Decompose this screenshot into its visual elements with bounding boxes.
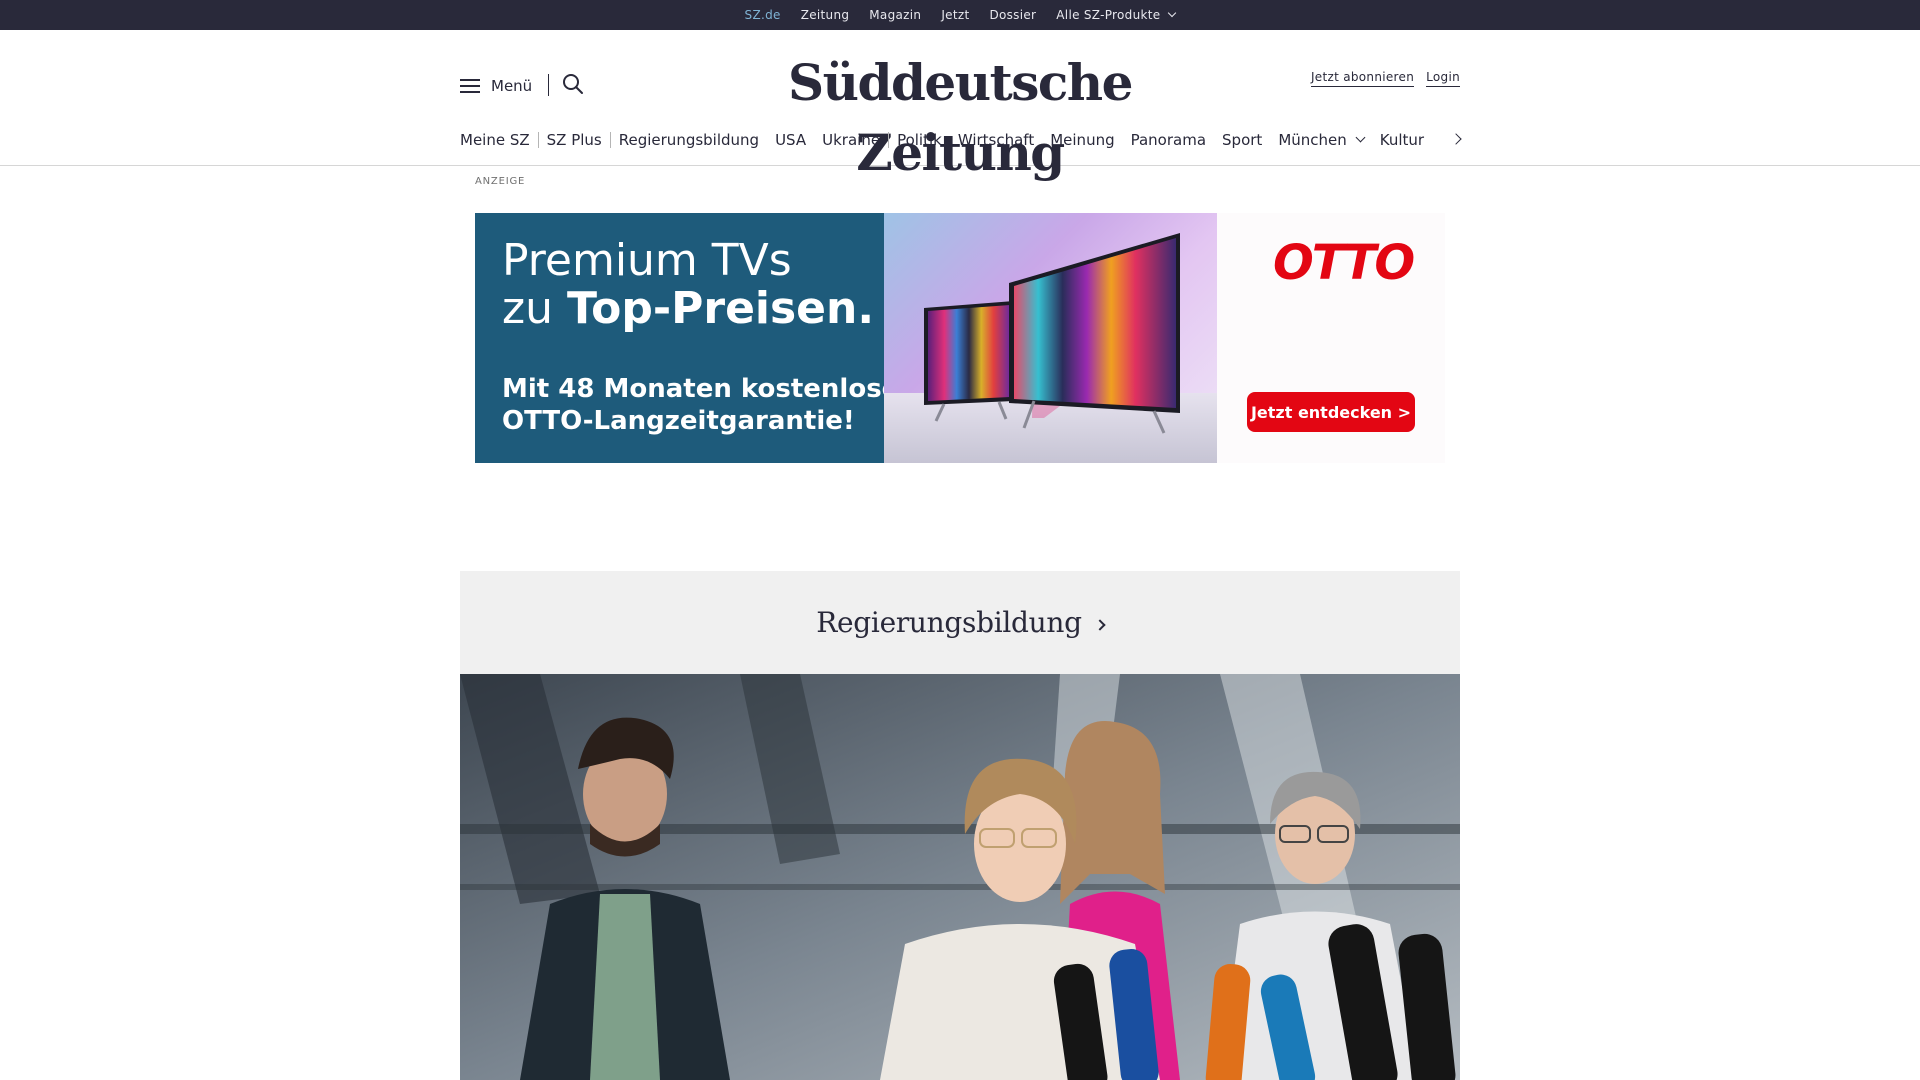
nav-item-sport[interactable]: Sport (1214, 131, 1270, 149)
ad-tv-image (884, 213, 1217, 463)
ad-headline-line2: zu Top-Preisen. (502, 285, 874, 333)
account-links: Jetzt abonnieren Login (1310, 70, 1460, 87)
chevron-right-icon (1094, 618, 1106, 631)
nav-item-panorama[interactable]: Panorama (1123, 131, 1214, 149)
search-button[interactable] (561, 72, 585, 96)
menu-divider (548, 74, 549, 96)
ad-headline-line1: Premium TVs (502, 235, 792, 286)
site-logo[interactable]: Süddeutsche Zeitung (720, 48, 1200, 182)
chevron-down-icon (1168, 8, 1177, 18)
product-link-magazin[interactable]: Magazin (859, 8, 931, 22)
nav-scroll-right-button[interactable] (1448, 130, 1468, 150)
ad-cta-button[interactable]: Jetzt entdecken > (1247, 392, 1415, 432)
hamburger-icon (460, 78, 480, 94)
ad-subline: Mit 48 Monaten kostenloser OTTO-Langzeit… (502, 373, 912, 437)
main-navigation: Meine SZ SZ Plus Regierungsbildung USA U… (460, 125, 1460, 155)
menu-button[interactable]: Menü (460, 74, 532, 98)
product-link-zeitung[interactable]: Zeitung (791, 8, 860, 22)
ad-text-panel: Premium TVs zu Top-Preisen. Mit 48 Monat… (475, 213, 912, 463)
nav-item-ukraine[interactable]: Ukraine (814, 131, 888, 149)
ad-headline-bold: Top-Preisen. (566, 283, 875, 334)
product-link-dossier[interactable]: Dossier (979, 8, 1046, 22)
section-header-link[interactable]: Regierungsbildung (460, 571, 1460, 674)
product-link-all-products[interactable]: Alle SZ-Produkte (1046, 8, 1185, 22)
nav-item-muenchen[interactable]: München (1270, 131, 1371, 149)
ad-brand-panel: OTTO Jetzt entdecken > (1217, 213, 1445, 463)
nav-item-politik[interactable]: Politik (889, 131, 950, 149)
subscribe-link[interactable]: Jetzt abonnieren (1310, 70, 1415, 87)
ad-headline: Premium TVs zu Top-Preisen. (502, 237, 874, 333)
nav-item-sz-plus[interactable]: SZ Plus (539, 131, 610, 149)
section-title: Regierungsbildung (816, 606, 1082, 639)
menu-label: Menü (491, 77, 533, 95)
ad-subline-2: OTTO-Langzeitgarantie! (502, 406, 855, 436)
advertisement-banner[interactable]: Premium TVs zu Top-Preisen. Mit 48 Monat… (475, 213, 1445, 463)
login-link[interactable]: Login (1426, 70, 1460, 87)
nav-item-wirtschaft[interactable]: Wirtschaft (950, 131, 1042, 149)
product-link-jetzt[interactable]: Jetzt (931, 8, 979, 22)
nav-item-meinung[interactable]: Meinung (1042, 131, 1122, 149)
nav-item-muenchen-label: München (1278, 131, 1347, 149)
product-bar-items: SZ.de Zeitung Magazin Jetzt Dossier Alle… (0, 0, 1920, 30)
otto-logo: OTTO (1273, 235, 1415, 291)
nav-item-meine-sz[interactable]: Meine SZ (460, 131, 538, 149)
hero-image[interactable] (460, 674, 1460, 1080)
search-icon (563, 74, 583, 94)
ad-label: ANZEIGE (475, 176, 526, 187)
ad-subline-1: Mit 48 Monaten kostenloser (502, 374, 913, 404)
chevron-down-icon (1355, 132, 1366, 142)
ad-headline-prefix: zu (502, 283, 567, 334)
nav-item-kultur[interactable]: Kultur (1372, 131, 1432, 149)
nav-item-usa[interactable]: USA (767, 131, 814, 149)
site-header: Menü Süddeutsche Zeitung Jetzt abonniere… (0, 30, 1920, 182)
nav-item-regierungsbildung[interactable]: Regierungsbildung (611, 131, 767, 149)
product-link-sz-de[interactable]: SZ.de (735, 8, 791, 22)
all-products-label: Alle SZ-Produkte (1056, 8, 1161, 22)
product-bar: SZ.de Zeitung Magazin Jetzt Dossier Alle… (0, 0, 1920, 30)
